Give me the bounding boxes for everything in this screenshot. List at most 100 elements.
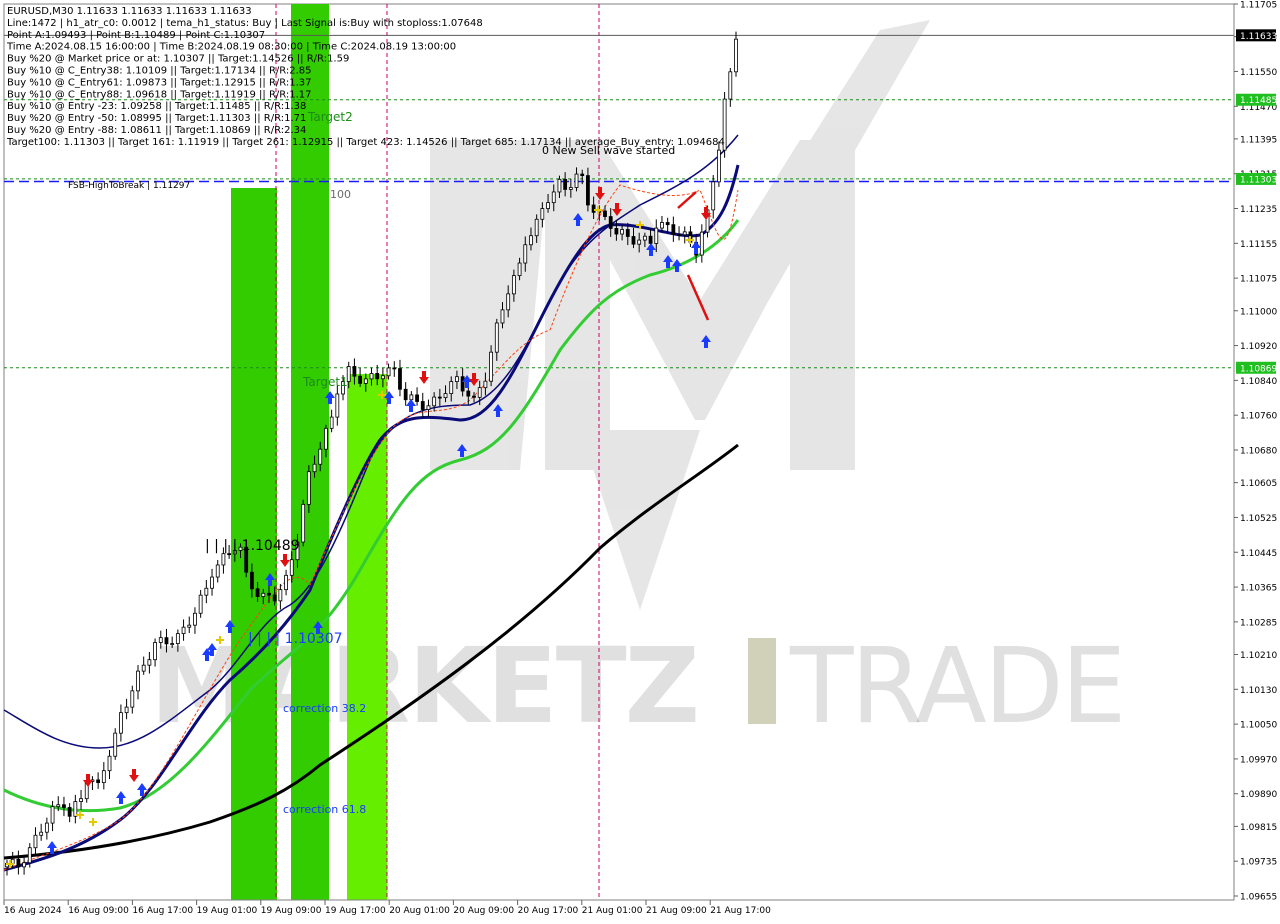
candle-body [557,178,562,193]
time-axis: 16 Aug 2024 16 Aug 09:00 16 Aug 17:00 19 Au… [3,899,1234,916]
candle-body [711,181,716,211]
candle-body [489,351,494,382]
candle-body [119,712,123,734]
candle-body [363,378,368,384]
label-fsb-high-to-break: FSB-HighToBreak | 1.11297 [68,181,190,191]
candle-body [403,388,408,401]
candle-body [33,834,38,849]
candle-body [392,367,397,370]
candle-body [107,755,112,772]
candle-body [591,204,596,213]
candle-body [10,858,15,864]
price-tick-label: 1.10840 [1240,377,1277,387]
candle-body [335,393,340,418]
zone-target-entry [347,374,387,900]
chart-window: MARKETZ TRADE Target2 Target1 FSB-HighTo… [0,0,1280,920]
price-tick-label: 1.10130 [1240,686,1277,696]
candle-body [671,224,676,235]
candle-body [529,235,533,246]
candle-body [398,368,402,390]
price-tick-label: 1.11550 [1240,68,1277,78]
candle-body [511,275,516,295]
candle-body [44,822,49,833]
candle-body [432,396,437,407]
candle-body [101,770,106,784]
price-tag-label: 1.11485 [1240,96,1277,106]
candle-body [62,804,66,808]
candle-body [284,574,288,591]
watermark-bar [748,638,776,724]
candle-body [631,236,636,245]
candle-body [637,239,642,245]
candle-body [449,381,454,395]
candle-body [642,235,647,241]
candle-body [614,228,619,235]
candle-body [130,690,135,708]
price-chart: MARKETZ TRADE Target2 Target1 FSB-HighTo… [3,1,1277,916]
info-line: Buy %10 @ C_Entry61: 1.09873 || Target:1… [7,77,312,88]
time-tick-label: 20 Aug 09:00 [453,906,514,916]
candle-body [677,234,681,236]
candle-body [443,393,448,399]
price-tick-label: 1.09970 [1240,755,1277,765]
price-tick-label: 1.10365 [1240,584,1277,594]
candle-body [175,633,180,644]
candle-body [158,637,163,643]
time-tick-label: 19 Aug 01:00 [197,906,258,916]
candle-body [477,387,482,398]
info-line: Point A:1.09493 | Point B:1.10489 | Poin… [7,30,265,41]
candle-body [734,38,738,73]
price-tick-label: 1.10760 [1240,412,1277,422]
info-line: Buy %10 @ Entry -23: 1.09258 || Target:1… [7,101,306,112]
label-target1: Target1 [302,375,348,389]
candle-body [50,806,55,824]
candle-body [318,448,323,465]
candle-body [540,208,545,220]
candle-body [358,375,363,384]
price-tick-label: 1.11155 [1240,240,1277,250]
candle-body [608,216,613,229]
candle-body [249,571,254,590]
candle-body [375,373,380,380]
candle-body [517,262,522,277]
candle-body [494,322,499,353]
time-tick-label: 20 Aug 01:00 [389,906,450,916]
candle-body [324,427,328,450]
candle-body [198,594,203,614]
candle-body [170,643,175,645]
price-tick-label: 1.10525 [1240,514,1277,524]
candle-body [551,191,556,204]
time-tick-label: 21 Aug 17:00 [710,906,771,916]
price-tick-label: 1.11235 [1240,205,1277,215]
candle-body [16,858,21,868]
price-tick-label: 1.11075 [1240,275,1277,285]
candle-body [654,227,659,244]
candle-body [460,376,465,392]
info-line: Buy %20 @ Entry -88: 1.08611 || Target:1… [7,125,306,136]
candle-body [534,218,539,237]
info-line: Buy %20 @ Market price or at: 1.10307 ||… [7,54,349,65]
candle-body [164,637,169,645]
candle-body [409,394,414,401]
watermark-brand-right: TRADE [789,625,1124,747]
time-tick-label: 21 Aug 09:00 [646,906,707,916]
price-tick-label: 1.10605 [1240,479,1277,489]
candle-body [27,847,32,864]
candle-body [437,396,442,399]
candle-body [426,405,431,410]
label-correction-618: correction 61.8 [283,803,366,816]
price-tick-label: 1.09735 [1240,858,1277,868]
candle-body [472,395,476,398]
candle-body [717,149,721,183]
candle-body [728,71,733,100]
candle-body [523,244,528,264]
candle-body [620,229,624,235]
candle-body [312,463,317,473]
candle-body [210,576,214,589]
info-line: Buy %10 @ C_Entry88: 1.09618 || Target:1… [7,89,312,100]
candle-body [369,373,374,380]
candle-body [141,664,146,672]
candle-body [67,807,72,817]
time-tick-label: 16 Aug 09:00 [68,906,129,916]
candle-body [386,367,391,377]
